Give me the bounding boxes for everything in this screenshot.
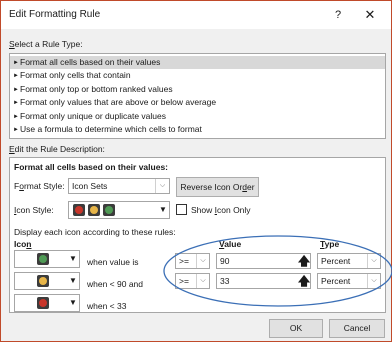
value-column-header: Value	[219, 239, 242, 249]
rule-type-item-cells-contain[interactable]: ►Format only cells that contain	[10, 69, 385, 82]
edit-formatting-rule-dialog: Edit Formatting Rule ? ✕ Select a Rule T…	[0, 0, 392, 342]
rule-type-list[interactable]: ►Format all cells based on their values …	[9, 53, 386, 139]
arrow-right-icon: ►	[13, 60, 19, 66]
rule1-operator-dropdown[interactable]: >= ⌵	[175, 253, 210, 269]
arrow-right-icon: ►	[13, 73, 19, 80]
yellow-light-icon	[88, 204, 100, 216]
reverse-icon-order-button[interactable]: Reverse Icon Order	[176, 177, 259, 197]
dialog-title: Edit Formatting Rule	[9, 9, 101, 20]
ok-button[interactable]: OK	[269, 319, 323, 338]
icon-style-dropdown[interactable]: ▼	[68, 201, 170, 219]
rule-type-item-formula[interactable]: ►Use a formula to determine which cells …	[10, 123, 385, 136]
arrow-right-icon: ►	[13, 100, 19, 107]
rule-description-label: Edit the Rule Description:	[9, 144, 105, 154]
description-heading: Format all cells based on their values:	[14, 162, 168, 172]
select-range-icon[interactable]: 🡅	[295, 273, 313, 289]
rule1-operator-value: >=	[179, 256, 189, 266]
format-style-label: Format Style:	[14, 181, 65, 191]
chevron-down-icon[interactable]: ⌵	[196, 254, 209, 268]
type-column-header: Type	[320, 239, 340, 249]
rule2-operator-value: >=	[179, 276, 189, 286]
rule3-condition-text: when < 33	[87, 301, 127, 311]
red-light-icon	[73, 204, 85, 216]
chevron-down-icon[interactable]: ⌵	[367, 254, 380, 268]
triangle-down-icon[interactable]: ▼	[156, 201, 170, 219]
display-rules-text: Display each icon according to these rul…	[14, 227, 176, 237]
rule-type-item-top-bottom[interactable]: ►Format only top or bottom ranked values	[10, 83, 385, 96]
help-button[interactable]: ?	[330, 7, 346, 23]
icon-column-header: Icon	[14, 239, 32, 249]
yellow-dot	[39, 277, 47, 285]
rule1-condition-text: when value is	[87, 257, 139, 267]
rule2-type-value: Percent	[321, 276, 351, 286]
close-button[interactable]: ✕	[361, 7, 379, 23]
arrow-right-icon: ►	[13, 86, 19, 93]
rule-type-item-above-below-average[interactable]: ►Format only values that are above or be…	[10, 96, 385, 109]
rule2-operator-dropdown[interactable]: >= ⌵	[175, 273, 210, 289]
green-dot	[105, 206, 113, 214]
red-dot	[39, 299, 47, 307]
triangle-down-icon[interactable]: ▼	[66, 250, 80, 268]
format-style-value: Icon Sets	[72, 181, 108, 191]
chevron-down-icon[interactable]: ⌵	[367, 274, 380, 288]
triangle-down-icon[interactable]: ▼	[66, 272, 80, 290]
rule3-icon-dropdown[interactable]: ▼	[14, 294, 80, 312]
icon-style-label: Icon Style:	[14, 205, 54, 215]
green-light-icon	[37, 253, 49, 265]
rule2-condition-text: when < 90 and	[87, 279, 144, 289]
yellow-dot	[90, 206, 98, 214]
rule2-icon-dropdown[interactable]: ▼	[14, 272, 80, 290]
chevron-down-icon[interactable]: ⌵	[196, 274, 209, 288]
red-dot	[75, 206, 83, 214]
rule2-type-dropdown[interactable]: Percent ⌵	[317, 273, 381, 289]
show-icon-only-checkbox[interactable]	[176, 204, 187, 215]
green-light-icon	[103, 204, 115, 216]
rule1-type-dropdown[interactable]: Percent ⌵	[317, 253, 381, 269]
arrow-right-icon: ►	[13, 127, 19, 133]
chevron-down-icon[interactable]: ⌵	[155, 179, 169, 193]
show-icon-only-label: Show Icon Only	[191, 205, 251, 215]
cancel-button[interactable]: Cancel	[329, 319, 385, 338]
yellow-light-icon	[37, 275, 49, 287]
green-dot	[39, 255, 47, 263]
rule-type-item-all-cells[interactable]: ►Format all cells based on their values	[10, 56, 385, 70]
triangle-down-icon[interactable]: ▼	[66, 294, 80, 312]
rule1-icon-dropdown[interactable]: ▼	[14, 250, 80, 268]
rule1-type-value: Percent	[321, 256, 351, 266]
arrow-right-icon: ►	[13, 113, 19, 120]
red-light-icon	[37, 297, 49, 309]
format-style-dropdown[interactable]: Icon Sets ⌵	[68, 178, 170, 194]
select-range-icon[interactable]: 🡅	[295, 253, 313, 269]
rule-type-item-unique-duplicate[interactable]: ►Format only unique or duplicate values	[10, 110, 385, 123]
rule-type-label: Select a Rule Type:	[9, 39, 83, 49]
title-bar: Edit Formatting Rule ? ✕	[1, 1, 391, 29]
